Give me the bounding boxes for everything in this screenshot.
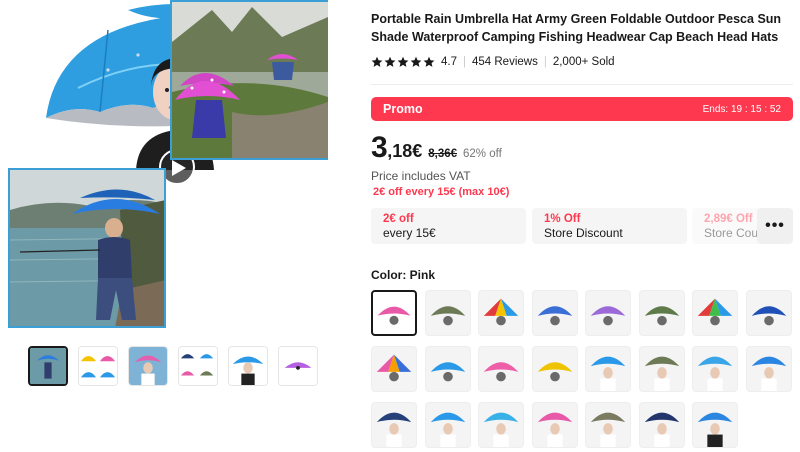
product-page: Portable Rain Umbrella Hat Army Green Fo… bbox=[0, 0, 800, 452]
star-icon bbox=[423, 56, 435, 67]
color-swatch-camo[interactable] bbox=[424, 290, 471, 336]
coupon-2-desc: Store Discount bbox=[544, 226, 623, 240]
reviews-link[interactable]: 454 Reviews bbox=[472, 56, 538, 68]
coupon-3-desc: Store Cou bbox=[704, 226, 759, 240]
star-icon bbox=[371, 56, 383, 67]
color-swatch-blue[interactable] bbox=[531, 290, 578, 336]
color-swatch-pink[interactable] bbox=[371, 290, 417, 336]
coupon-1-desc: every 15€ bbox=[383, 226, 436, 240]
thumbnail-1[interactable] bbox=[28, 346, 68, 386]
swatch-umbrella-image bbox=[376, 412, 412, 447]
color-swatch-person-blue3[interactable] bbox=[424, 402, 471, 448]
color-swatch-sky[interactable] bbox=[424, 346, 471, 392]
play-icon bbox=[172, 160, 186, 176]
star-icon bbox=[397, 56, 409, 67]
color-swatch-yellow[interactable] bbox=[531, 346, 578, 392]
coupon-1-title: 2€ off bbox=[383, 213, 414, 225]
swatch-umbrella-image bbox=[644, 412, 679, 447]
swatch-umbrella-image bbox=[697, 298, 733, 326]
rating-stars[interactable] bbox=[371, 56, 435, 68]
swatch-umbrella-image bbox=[537, 362, 572, 382]
coupon-2[interactable]: 1% Off Store Discount bbox=[532, 208, 687, 244]
main-product-image[interactable] bbox=[8, 0, 328, 330]
swatch-umbrella-image bbox=[483, 298, 519, 326]
color-swatch-person-sky2[interactable] bbox=[478, 402, 524, 448]
thumbnail-4[interactable] bbox=[178, 346, 218, 386]
garden-scene-image bbox=[172, 2, 328, 158]
color-swatch-purple[interactable] bbox=[585, 290, 631, 336]
price-integer: 3 bbox=[371, 131, 388, 164]
thumbnail-3[interactable] bbox=[128, 346, 168, 386]
swatch-umbrella-image bbox=[537, 306, 572, 326]
price-decimal: ,18€ bbox=[387, 141, 423, 161]
product-title: Portable Rain Umbrella Hat Army Green Fo… bbox=[371, 12, 782, 44]
swatch-umbrella-image bbox=[644, 356, 679, 391]
rating-row: 4.7 | 454 Reviews | 2,000+ Sold bbox=[371, 56, 615, 68]
swatch-umbrella-image bbox=[590, 412, 626, 447]
swatch-umbrella-image bbox=[590, 306, 626, 326]
swatch-umbrella-image bbox=[751, 356, 786, 391]
thumbnail-6[interactable] bbox=[278, 346, 318, 386]
color-swatch-person-camo[interactable] bbox=[638, 346, 685, 392]
color-swatch-camo-green[interactable] bbox=[638, 290, 685, 336]
separator: | bbox=[543, 56, 547, 68]
sold-count: 2,000+ Sold bbox=[552, 56, 615, 68]
swatch-umbrella-image bbox=[697, 356, 733, 391]
swatch-umbrella-image bbox=[644, 306, 679, 326]
coupon-3-title: 2,89€ Off bbox=[704, 213, 753, 225]
thumbnail-2[interactable] bbox=[78, 346, 118, 386]
coupon-1[interactable]: 2€ off every 15€ bbox=[371, 208, 526, 244]
separator: | bbox=[463, 56, 466, 68]
swatch-umbrella-image bbox=[483, 412, 519, 447]
more-coupons-button[interactable]: ••• bbox=[757, 208, 793, 244]
color-swatch-pink2[interactable] bbox=[478, 346, 524, 392]
color-label: Color: Pink bbox=[371, 268, 436, 282]
original-price: 8,36€ bbox=[428, 148, 458, 160]
color-swatch-person-blue[interactable] bbox=[585, 346, 631, 392]
store-offer: 2€ off every 15€ (max 10€) bbox=[373, 186, 510, 198]
more-icon: ••• bbox=[765, 217, 785, 234]
color-swatch-person-sky[interactable] bbox=[692, 346, 738, 392]
rating-value: 4.7 bbox=[441, 56, 457, 68]
promo-banner: Promo Ends: 19 : 15 : 52 bbox=[371, 97, 793, 121]
color-swatch-person-blue4[interactable] bbox=[692, 402, 738, 448]
swatch-umbrella-image bbox=[697, 412, 733, 447]
swatch-umbrella-image bbox=[537, 412, 572, 447]
color-swatch-multi[interactable] bbox=[371, 346, 417, 392]
swatch-umbrella-image bbox=[590, 356, 626, 391]
gallery-scene-garden[interactable] bbox=[170, 0, 328, 160]
swatch-umbrella-image bbox=[483, 362, 519, 382]
color-swatch-person-navy2[interactable] bbox=[638, 402, 685, 448]
discount-percent: 62% off bbox=[463, 148, 502, 160]
thumbnail-5[interactable] bbox=[228, 346, 268, 386]
color-swatch-person-navy[interactable] bbox=[371, 402, 417, 448]
swatch-umbrella-image bbox=[377, 306, 411, 325]
star-icon bbox=[384, 56, 396, 67]
gallery-scene-fishing[interactable] bbox=[8, 168, 166, 328]
swatch-umbrella-image bbox=[430, 412, 465, 447]
swatch-umbrella-image bbox=[751, 306, 786, 326]
star-icon bbox=[410, 56, 422, 67]
fishing-scene-image bbox=[10, 170, 164, 326]
vat-note: Price includes VAT bbox=[371, 169, 471, 183]
color-swatch-grid bbox=[371, 290, 792, 448]
coupon-row: 2€ off every 15€ 1% Off Store Discount 2… bbox=[371, 208, 793, 244]
color-swatch-person-pink[interactable] bbox=[531, 402, 578, 448]
swatch-umbrella-image bbox=[430, 306, 465, 326]
color-swatch-person-blue2[interactable] bbox=[745, 346, 792, 392]
promo-label: Promo bbox=[383, 102, 423, 116]
color-swatch-blue-dark[interactable] bbox=[745, 290, 792, 336]
coupon-2-title: 1% Off bbox=[544, 213, 581, 225]
promo-timer: Ends: 19 : 15 : 52 bbox=[702, 103, 781, 115]
swatch-umbrella-image bbox=[430, 362, 465, 382]
thumbnail-strip bbox=[28, 346, 318, 386]
swatch-umbrella-image bbox=[376, 354, 412, 382]
color-swatch-rainbow2[interactable] bbox=[692, 290, 738, 336]
price-row: 3 ,18€ 8,36€ 62% off bbox=[371, 131, 502, 165]
color-swatch-rainbow[interactable] bbox=[478, 290, 524, 336]
color-swatch-person-camo2[interactable] bbox=[585, 402, 631, 448]
divider bbox=[371, 84, 793, 85]
